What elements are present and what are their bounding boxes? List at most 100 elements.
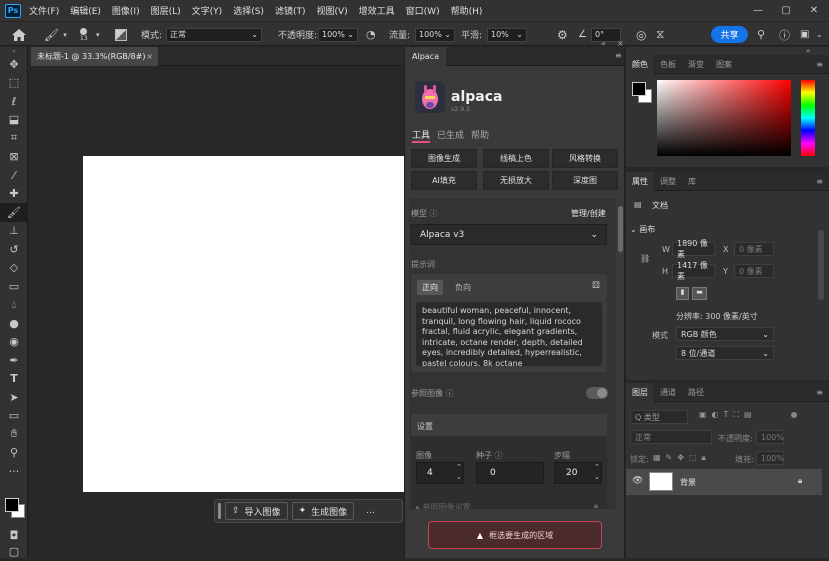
move-tool-icon[interactable]: ✥ [0, 55, 28, 74]
tab-negative-prompt[interactable]: 负向 [455, 282, 471, 293]
lasso-tool-icon[interactable]: ℓ [0, 92, 28, 111]
menu-plugins[interactable]: 增效工具 [359, 4, 395, 17]
eyedropper-tool-icon[interactable]: ⁄ [0, 166, 28, 185]
panel-menu-icon[interactable]: ≡ [816, 60, 823, 69]
import-image-button[interactable]: ⇪ 导入图像 [225, 502, 288, 520]
pen-tool-icon[interactable]: ✒ [0, 351, 28, 370]
landscape-icon[interactable]: ▬ [692, 287, 707, 300]
ai-fill-button[interactable]: AI填充 [411, 171, 477, 190]
more-options-button[interactable]: ... [360, 502, 381, 520]
panel-menu-icon[interactable]: ≡ [615, 51, 622, 60]
close-icon[interactable]: × [617, 39, 624, 48]
tab-color[interactable]: 颜色 [626, 54, 654, 74]
collapse-icon[interactable]: » [806, 47, 810, 55]
layer-filter-select[interactable]: Q 类型 [630, 410, 688, 424]
color-mode-select[interactable]: RGB 颜色 ⌄ [676, 327, 774, 341]
chevron-down-icon[interactable]: ⌄ [816, 22, 823, 47]
dodge-tool-icon[interactable]: ● [0, 314, 28, 333]
eye-icon[interactable]: 👁︎ [632, 476, 643, 486]
angle-icon[interactable]: ∠ [578, 22, 587, 47]
minimize-icon[interactable]: — [743, 0, 773, 21]
x-input[interactable]: 0 像素 [734, 242, 774, 256]
style-transfer-button[interactable]: 风格转换 [552, 149, 618, 168]
crop-tool-icon[interactable]: ⌗ [0, 129, 28, 148]
healing-brush-icon[interactable]: ✚ [0, 185, 28, 204]
tab-layers[interactable]: 图层 [626, 382, 654, 402]
seed-input[interactable]: 0 [476, 462, 544, 484]
tab-patterns[interactable]: 图案 [710, 55, 738, 74]
tab-tools[interactable]: 工具 [412, 128, 430, 141]
dice-icon[interactable]: ⚄ [592, 281, 600, 291]
zoom-tool-icon[interactable]: ⚲ [0, 444, 28, 463]
home-icon[interactable] [12, 22, 26, 47]
type-tool-icon[interactable]: T [0, 370, 28, 389]
hue-slider[interactable] [801, 80, 815, 156]
blur-tool-icon[interactable]: 💧︎ [0, 296, 28, 315]
object-select-tool-icon[interactable]: ⬓ [0, 111, 28, 130]
height-input[interactable]: 1417 像素 [672, 261, 715, 281]
portrait-icon[interactable]: ▮ [676, 287, 689, 300]
flow-input[interactable]: 100% ⌄ [415, 22, 455, 47]
bit-depth-select[interactable]: 8 位/通道 ⌄ [676, 346, 774, 360]
document-tab[interactable]: 未标题-1 @ 33.3%(RGB/8#) × [31, 47, 158, 66]
eraser-tool-icon[interactable]: ◇ [0, 259, 28, 278]
foreground-color-swatch[interactable] [5, 498, 19, 512]
canvas-section-header[interactable]: ⌄ 画布 [630, 224, 655, 235]
reference-image-toggle[interactable] [586, 387, 608, 399]
marquee-tool-icon[interactable]: ⬚ [0, 74, 28, 93]
depth-map-button[interactable]: 深度图 [552, 171, 618, 190]
lock-icons[interactable]: ▦✎✥⬚🔒︎ [653, 453, 711, 463]
rectangle-tool-icon[interactable]: ▭ [0, 407, 28, 426]
tab-adjustments[interactable]: 调整 [654, 172, 682, 191]
tab-libraries[interactable]: 库 [682, 172, 702, 191]
tab-properties[interactable]: 属性 [626, 171, 654, 191]
blend-mode-select[interactable]: 正常 [630, 430, 712, 444]
width-input[interactable]: 1890 像素 [672, 239, 715, 259]
gear-icon[interactable]: ⚙ [557, 22, 568, 47]
prompt-textarea[interactable]: beautiful woman, peaceful, innocent, tra… [416, 302, 602, 366]
menu-file[interactable]: 文件(F) [29, 4, 59, 17]
lineart-color-button[interactable]: 线稿上色 [483, 149, 549, 168]
opacity-input[interactable]: 100% ⌄ [318, 22, 358, 47]
gradient-tool-icon[interactable]: ▭ [0, 277, 28, 296]
scrollbar[interactable] [617, 204, 624, 549]
workspace-icon[interactable]: ▣ [800, 22, 809, 47]
search-icon[interactable]: ⚲ [757, 22, 765, 47]
model-select[interactable]: Alpaca v3 ⌄ [411, 224, 607, 245]
filter-toggle-icon[interactable] [791, 412, 797, 418]
symmetry-icon[interactable]: ⧖ [656, 22, 664, 47]
tab-generated[interactable]: 已生成 [437, 128, 464, 141]
tab-swatches[interactable]: 色板 [654, 55, 682, 74]
image-generation-button[interactable]: 图像生成 [411, 149, 477, 168]
steps-stepper[interactable]: ⌃ ⌄ [594, 462, 600, 482]
drag-handle[interactable] [218, 503, 221, 519]
menu-window[interactable]: 窗口(W) [406, 4, 440, 17]
pressure-opacity-icon[interactable]: ◔ [366, 22, 376, 47]
brush-settings-icon[interactable] [115, 22, 127, 47]
layer-filter-icons[interactable]: ▣◐T⛶▤ [699, 410, 757, 420]
y-input[interactable]: 0 像素 [734, 264, 774, 278]
more-tools-icon[interactable]: ··· [0, 462, 28, 481]
menu-edit[interactable]: 编辑(E) [70, 4, 101, 17]
close-icon[interactable]: × [146, 52, 153, 61]
menu-type[interactable]: 文字(Y) [192, 4, 223, 17]
brush-tool-icon[interactable]: 🖌︎ ▾ [44, 22, 67, 47]
sponge-tool-icon[interactable]: ◉ [0, 333, 28, 352]
manage-create-link[interactable]: 管理/创建 [571, 208, 606, 219]
pressure-size-icon[interactable]: ◎ [636, 22, 646, 47]
lossless-upscale-button[interactable]: 无损放大 [483, 171, 549, 190]
generate-image-button[interactable]: ✦ 生成图像 [291, 502, 355, 520]
color-saturation-field[interactable] [657, 80, 791, 156]
close-icon[interactable]: ✕ [799, 0, 829, 21]
scrollbar-thumb[interactable] [618, 206, 623, 252]
tab-channels[interactable]: 通道 [654, 383, 682, 402]
tab-paths[interactable]: 路径 [682, 383, 710, 402]
link-icon[interactable]: ⛓ [640, 254, 650, 263]
hand-tool-icon[interactable]: ✋︎ [0, 425, 28, 444]
panel-menu-icon[interactable]: ≡ [816, 177, 823, 186]
image-count-stepper[interactable]: ⌃ ⌄ [456, 462, 462, 482]
scrollbar[interactable] [818, 230, 824, 300]
brush-preset-picker[interactable]: 13 [80, 22, 88, 47]
alpaca-panel-tab[interactable]: Alpaca [405, 46, 446, 66]
smooth-input[interactable]: 10% ⌄ [487, 22, 527, 47]
